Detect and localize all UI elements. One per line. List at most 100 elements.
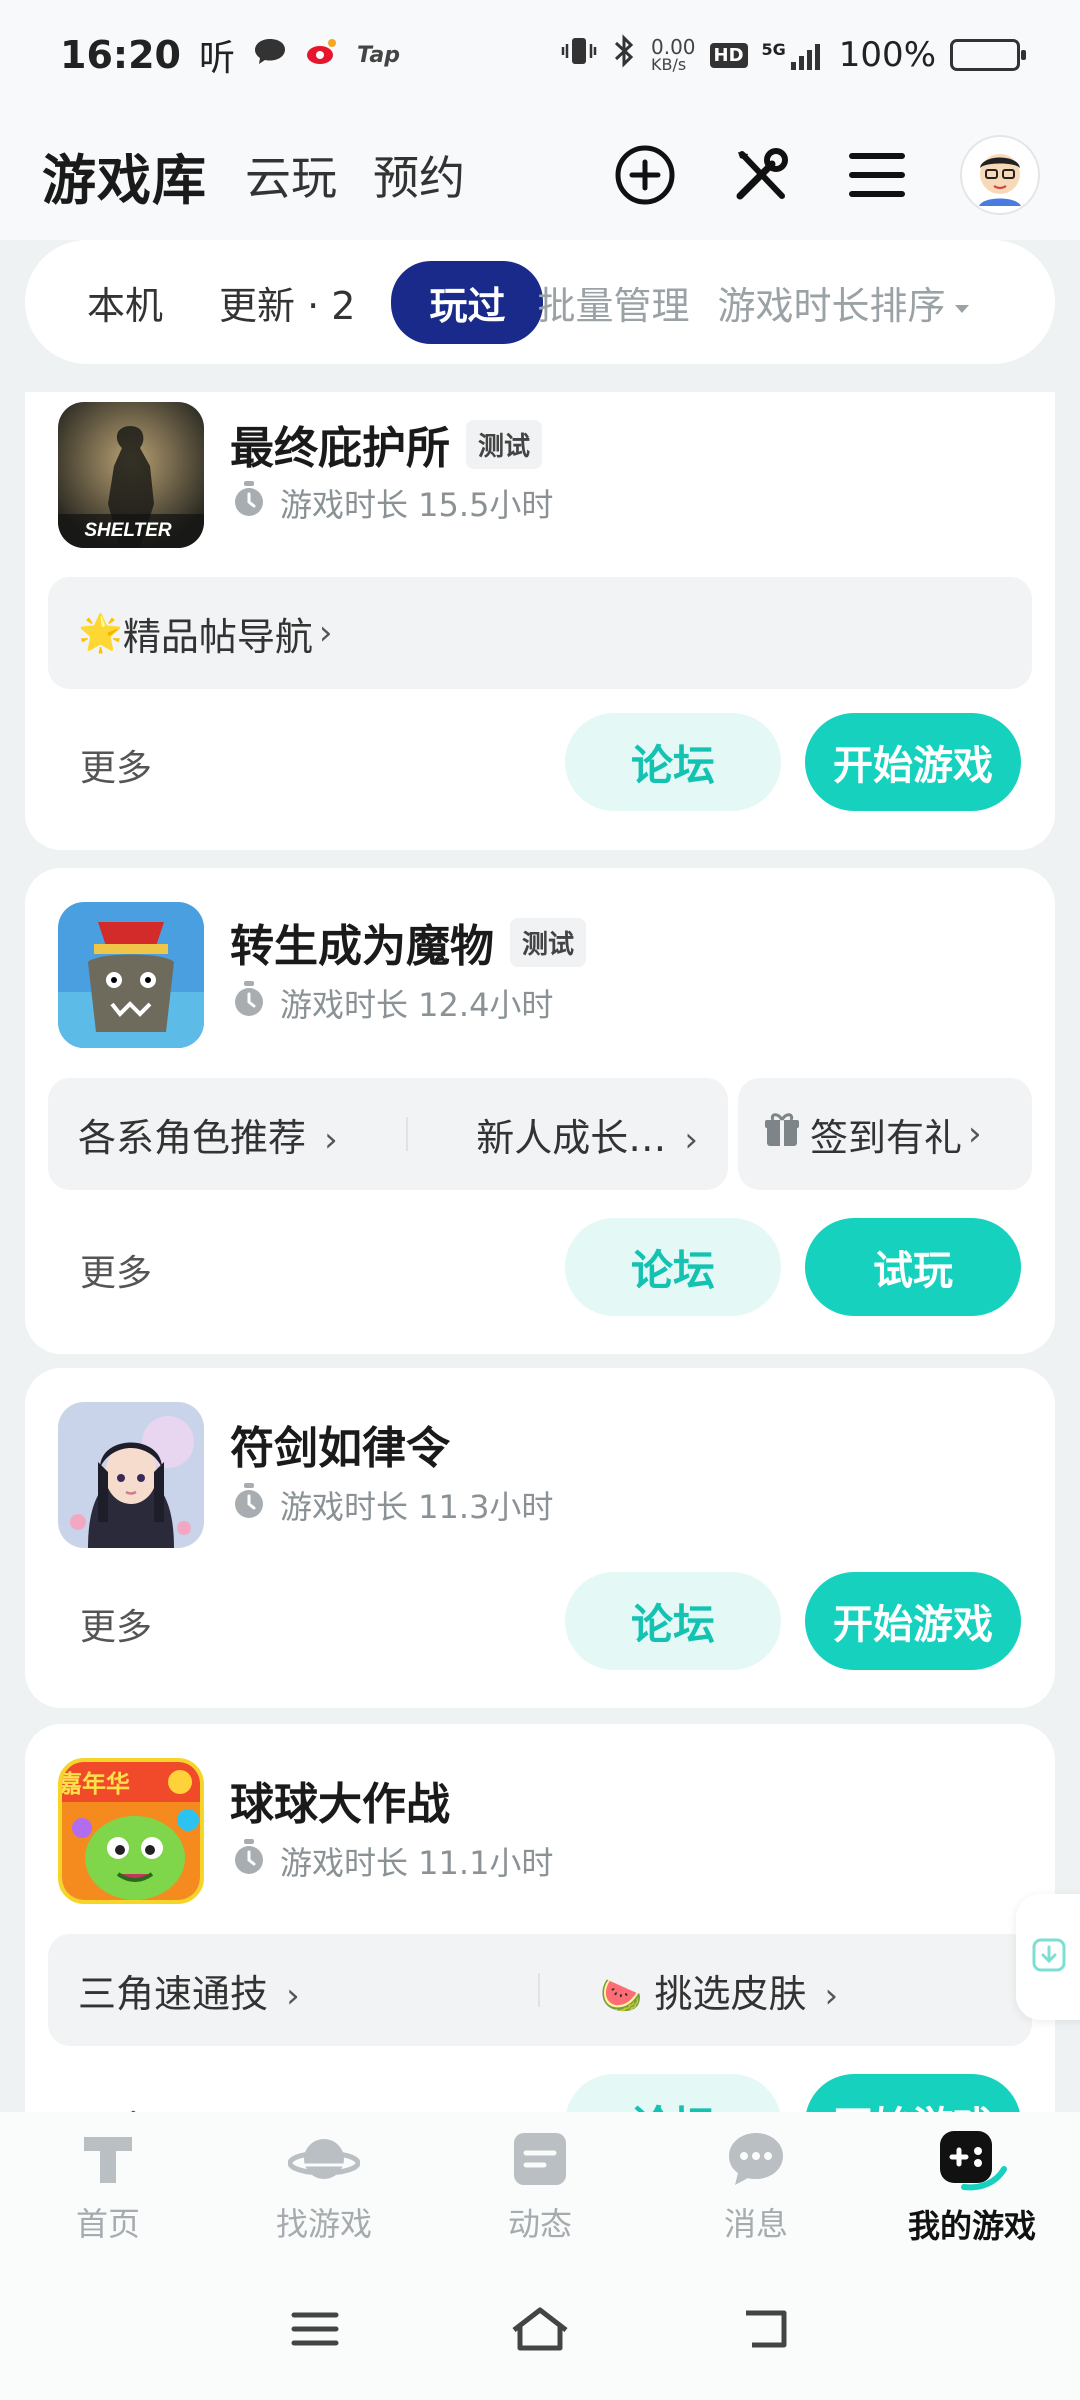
tab-played[interactable]: 玩过 [391, 260, 544, 344]
vibrate-icon [561, 34, 597, 77]
tab-local[interactable]: 本机 [87, 275, 163, 330]
forum-button[interactable]: 论坛 [565, 1572, 781, 1670]
guide-links: 三角速通技 › 🍉 挑选皮肤 › [48, 1934, 1032, 2046]
start-game-button[interactable]: 开始游戏 [805, 713, 1021, 811]
menu-icon[interactable] [844, 142, 910, 208]
download-icon [1031, 1937, 1067, 1977]
nav-feed[interactable]: 动态 [440, 2129, 640, 2245]
carrier-icon: 听 [198, 38, 235, 79]
tap-label: Tap [356, 42, 400, 68]
chevron-right-icon: › [324, 1119, 338, 1160]
game-card: 符剑如律令 游戏时长 11.3小时 更多 论坛 开始游戏 [25, 1368, 1055, 1708]
start-game-button[interactable]: 开始游戏 [805, 2074, 1021, 2112]
tab-updates[interactable]: 更新 · 2 [219, 275, 355, 330]
link-newbie-growth[interactable]: 新人成长… › [476, 1107, 698, 1162]
nav-home[interactable]: 首页 [8, 2129, 208, 2245]
link-triangle-speedrun[interactable]: 三角速通技 › [78, 1963, 538, 2018]
caret-down-icon [953, 280, 971, 324]
game-icon-fujian[interactable] [58, 1402, 204, 1548]
svg-text:SHELTER: SHELTER [84, 520, 172, 541]
gift-icon [764, 1112, 800, 1157]
game-icon-reborn-monster[interactable] [58, 902, 204, 1048]
game-card: SHELTER 最终庇护所 测试 游戏时长 15.5小时 🌟 精品帖导航 › 更… [25, 392, 1055, 850]
chevron-right-icon: › [286, 1975, 300, 2016]
game-icon-last-shelter[interactable]: SHELTER [58, 402, 204, 548]
stopwatch-icon [232, 1482, 266, 1528]
add-circle-icon[interactable] [612, 142, 678, 208]
stopwatch-icon [232, 480, 266, 526]
chevron-right-icon: › [824, 1975, 839, 2016]
recents-icon[interactable] [290, 2309, 340, 2353]
forum-button[interactable]: 论坛 [565, 2074, 781, 2112]
tools-icon[interactable] [728, 142, 794, 208]
featured-posts-link[interactable]: 🌟 精品帖导航 › [48, 577, 1032, 689]
sort-dropdown[interactable]: 游戏时长排序 [717, 275, 971, 330]
signal-icon: 5G [762, 40, 825, 70]
batch-manage-button[interactable]: 批量管理 [537, 275, 689, 330]
try-play-button[interactable]: 试玩 [805, 1218, 1021, 1316]
system-nav-bar [0, 2262, 1080, 2400]
chevron-right-icon: › [968, 1114, 982, 1154]
divider [538, 1973, 540, 2007]
battery-icon [950, 39, 1026, 71]
weibo-icon [305, 35, 339, 76]
more-button[interactable]: 更多 [80, 1598, 152, 1650]
playtime: 游戏时长 11.3小时 [232, 1482, 553, 1528]
nav-find-games[interactable]: 找游戏 [224, 2129, 424, 2245]
status-bar: 16:20 听 Tap 0.00 KB/s HD 5G 100% [0, 0, 1080, 110]
home-t-icon [78, 2129, 138, 2193]
tab-cloud-play[interactable]: 云玩 [245, 142, 337, 208]
test-badge: 测试 [466, 419, 543, 469]
game-list[interactable]: SHELTER 最终庇护所 测试 游戏时长 15.5小时 🌟 精品帖导航 › 更… [0, 392, 1080, 2112]
more-button[interactable]: 更多 [80, 739, 152, 791]
filter-tabs: 本机 更新 · 2 玩过 批量管理 游戏时长排序 [25, 240, 1055, 364]
back-icon[interactable] [740, 2307, 790, 2355]
more-button[interactable]: 更多 [80, 2100, 152, 2112]
more-button[interactable]: 更多 [80, 1244, 152, 1296]
link-role-recommend[interactable]: 各系角色推荐 › [78, 1107, 338, 1162]
start-game-button[interactable]: 开始游戏 [805, 1572, 1021, 1670]
game-title[interactable]: 最终庇护所 测试 [230, 412, 543, 476]
chat-icon [725, 2129, 787, 2193]
chat-bubble-icon [253, 35, 287, 76]
stopwatch-icon [232, 980, 266, 1026]
nav-messages[interactable]: 消息 [656, 2129, 856, 2245]
forum-button[interactable]: 论坛 [565, 713, 781, 811]
page-title: 游戏库 [36, 136, 213, 215]
game-card: 转生成为魔物 测试 游戏时长 12.4小时 各系角色推荐 › 新人成长… › 签… [25, 868, 1055, 1354]
app-header: 游戏库 云玩 预约 [0, 110, 1080, 240]
tab-reservations[interactable]: 预约 [373, 142, 465, 208]
floating-download-button[interactable] [1016, 1894, 1080, 2020]
playtime: 游戏时长 12.4小时 [232, 980, 553, 1026]
battery-percent: 100% [838, 35, 936, 75]
net-speed: 0.00 KB/s [650, 35, 696, 74]
gamepad-icon [934, 2127, 1010, 2195]
game-icon-ball-battle[interactable]: 嘉年华 [58, 1758, 204, 1904]
feed-icon [510, 2129, 570, 2193]
game-title[interactable]: 符剑如律令 [230, 1412, 450, 1476]
checkin-gift-link[interactable]: 签到有礼 › [738, 1078, 1032, 1190]
divider [406, 1117, 408, 1151]
svg-text:嘉年华: 嘉年华 [62, 1770, 130, 1798]
guide-links: 各系角色推荐 › 新人成长… › [48, 1078, 728, 1190]
stopwatch-icon [232, 1838, 266, 1884]
planet-icon [287, 2129, 361, 2193]
sort-label: 游戏时长排序 [717, 283, 946, 328]
playtime: 游戏时长 15.5小时 [232, 480, 553, 526]
bluetooth-icon [611, 33, 637, 78]
game-title[interactable]: 转生成为魔物 测试 [230, 910, 587, 974]
game-title[interactable]: 球球大作战 [230, 1768, 450, 1832]
chevron-right-icon: › [684, 1119, 698, 1160]
bottom-nav: 首页 找游戏 动态 消息 我的游戏 [0, 2112, 1080, 2262]
hd-badge: HD [709, 42, 748, 68]
test-badge: 测试 [510, 917, 587, 967]
link-pick-skins[interactable]: 🍉 挑选皮肤 › [600, 1963, 838, 2018]
playtime: 游戏时长 11.1小时 [232, 1838, 553, 1884]
home-icon[interactable] [510, 2306, 570, 2356]
avatar[interactable] [960, 135, 1040, 215]
game-card: 嘉年华 球球大作战 游戏时长 11.1小时 三角速通技 › 🍉 挑选皮肤 › [25, 1724, 1055, 2112]
chevron-right-icon: › [318, 613, 333, 653]
forum-button[interactable]: 论坛 [565, 1218, 781, 1316]
status-time: 16:20 [60, 33, 181, 77]
nav-my-games[interactable]: 我的游戏 [872, 2127, 1072, 2247]
